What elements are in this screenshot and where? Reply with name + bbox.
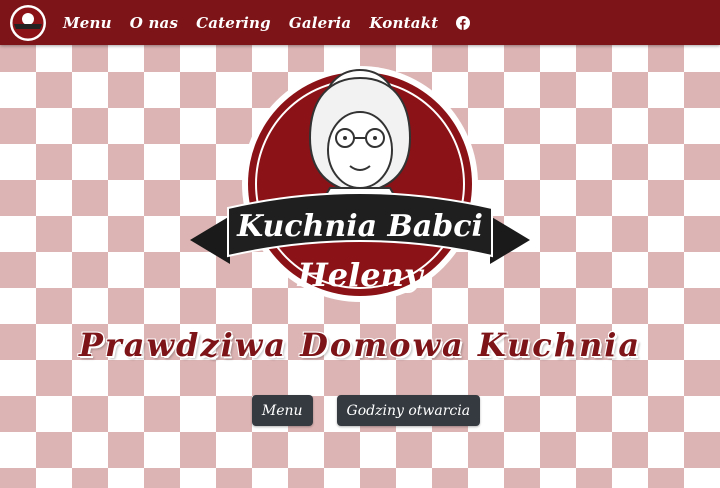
hero-logo: Kuchnia Babci Heleny xyxy=(190,58,530,310)
nav-link-catering[interactable]: Catering xyxy=(196,14,271,32)
hero-buttons: Menu Godziny otwarcia xyxy=(0,395,720,426)
grandma-logo-icon xyxy=(11,6,45,39)
logo-title-line1: Kuchnia Babci xyxy=(236,209,483,244)
logo-title-line2: Heleny xyxy=(297,256,425,294)
facebook-icon[interactable] xyxy=(456,15,471,30)
nav-link-o-nas[interactable]: O nas xyxy=(130,14,178,32)
opening-hours-button[interactable]: Godziny otwarcia xyxy=(336,395,481,426)
nav-link-menu[interactable]: Menu xyxy=(63,14,112,32)
menu-button[interactable]: Menu xyxy=(251,395,313,426)
nav-links: Menu O nas Catering Galeria Kontakt xyxy=(54,14,471,32)
top-navbar: Menu O nas Catering Galeria Kontakt xyxy=(0,0,720,45)
nav-link-kontakt[interactable]: Kontakt xyxy=(369,14,438,32)
nav-link-galeria[interactable]: Galeria xyxy=(289,14,352,32)
nav-logo[interactable] xyxy=(10,4,46,41)
hero-tagline: Prawdziwa Domowa Kuchnia xyxy=(78,326,642,364)
